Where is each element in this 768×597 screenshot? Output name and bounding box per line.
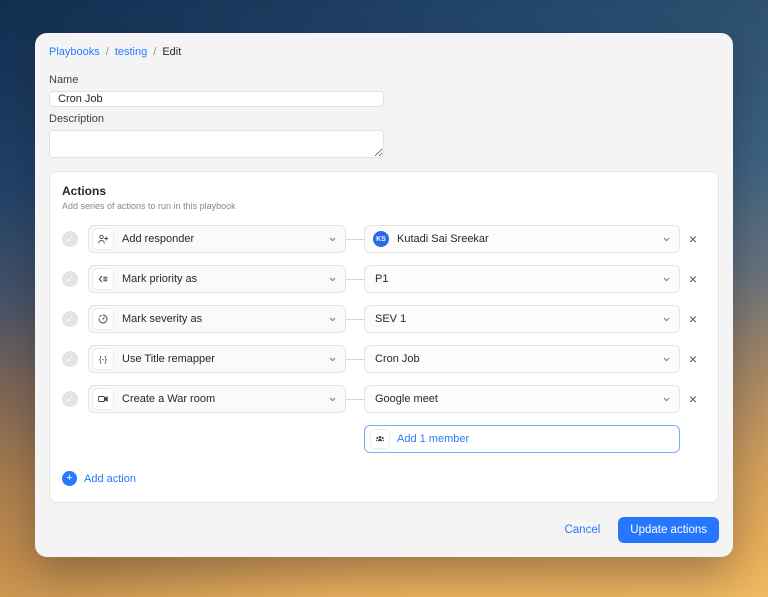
playbook-edit-modal: Playbooks / testing / Edit Name Descript… [35, 33, 733, 557]
add-member-label: Add 1 member [397, 433, 469, 445]
action-row: ✓ Mark severity as SEV 1 × [62, 305, 706, 333]
chevron-down-icon [328, 235, 337, 244]
action-value-dropdown[interactable]: P1 [364, 265, 680, 293]
action-row: ✓ Mark priority as P1 × [62, 265, 706, 293]
action-value-dropdown[interactable]: Cron Job [364, 345, 680, 373]
chevron-down-icon [662, 315, 671, 324]
add-action-label: Add action [84, 473, 136, 485]
check-circle-icon: ✓ [62, 351, 78, 367]
action-value-label: Google meet [375, 393, 662, 405]
action-type-label: Add responder [122, 233, 328, 245]
connector-line [346, 399, 364, 400]
action-row: ✓ Add responder KS Kutadi Sai Sreekar [62, 225, 706, 253]
description-label: Description [35, 107, 733, 130]
description-textarea[interactable] [49, 130, 384, 158]
check-circle-icon: ✓ [62, 311, 78, 327]
cancel-button[interactable]: Cancel [564, 524, 600, 536]
remove-action-icon[interactable]: × [680, 232, 706, 246]
breadcrumb-testing[interactable]: testing [115, 46, 147, 58]
person-plus-icon [93, 229, 113, 249]
action-value-label: Kutadi Sai Sreekar [397, 233, 662, 245]
plus-circle-icon: + [62, 471, 77, 486]
action-value-label: SEV 1 [375, 313, 662, 325]
action-type-dropdown[interactable]: {-} Use Title remapper [88, 345, 346, 373]
connector-line [346, 319, 364, 320]
chevron-down-icon [328, 355, 337, 364]
braces-icon: {-} [93, 349, 113, 369]
action-value-dropdown[interactable]: SEV 1 [364, 305, 680, 333]
add-action-button[interactable]: + Add action [62, 471, 136, 486]
action-value-dropdown[interactable]: Google meet [364, 385, 680, 413]
people-icon [371, 430, 389, 448]
remove-action-icon[interactable]: × [680, 312, 706, 326]
breadcrumb-separator: / [153, 46, 156, 58]
add-member-row: Add 1 member [62, 425, 706, 453]
severity-icon [93, 309, 113, 329]
action-type-dropdown[interactable]: Mark severity as [88, 305, 346, 333]
name-input[interactable] [49, 91, 384, 107]
connector-line [346, 239, 364, 240]
avatar: KS [373, 231, 389, 247]
actions-title: Actions [62, 184, 706, 198]
action-value-label: P1 [375, 273, 662, 285]
chevron-down-icon [662, 235, 671, 244]
breadcrumb-edit: Edit [162, 46, 181, 58]
connector-line [346, 359, 364, 360]
actions-subtitle: Add series of actions to run in this pla… [62, 201, 706, 211]
connector-line [346, 279, 364, 280]
action-type-label: Mark severity as [122, 313, 328, 325]
action-type-label: Create a War room [122, 393, 328, 405]
action-value-dropdown[interactable]: KS Kutadi Sai Sreekar [364, 225, 680, 253]
priority-icon [93, 269, 113, 289]
chevron-down-icon [662, 275, 671, 284]
remove-action-icon[interactable]: × [680, 392, 706, 406]
desktop-background: Playbooks / testing / Edit Name Descript… [0, 0, 768, 597]
remove-action-icon[interactable]: × [680, 272, 706, 286]
check-circle-icon: ✓ [62, 391, 78, 407]
action-value-label: Cron Job [375, 353, 662, 365]
action-type-dropdown[interactable]: Add responder [88, 225, 346, 253]
breadcrumb: Playbooks / testing / Edit [35, 33, 733, 68]
action-row: ✓ {-} Use Title remapper Cron Job × [62, 345, 706, 373]
check-circle-icon: ✓ [62, 271, 78, 287]
chevron-down-icon [328, 395, 337, 404]
breadcrumb-separator: / [106, 46, 109, 58]
actions-panel: Actions Add series of actions to run in … [49, 171, 719, 503]
action-type-dropdown[interactable]: Create a War room [88, 385, 346, 413]
video-camera-icon [93, 389, 113, 409]
update-actions-button[interactable]: Update actions [618, 517, 719, 543]
action-type-dropdown[interactable]: Mark priority as [88, 265, 346, 293]
name-label: Name [35, 68, 733, 91]
action-type-label: Use Title remapper [122, 353, 328, 365]
chevron-down-icon [328, 275, 337, 284]
chevron-down-icon [662, 355, 671, 364]
chevron-down-icon [328, 315, 337, 324]
add-member-button[interactable]: Add 1 member [364, 425, 680, 453]
chevron-down-icon [662, 395, 671, 404]
remove-action-icon[interactable]: × [680, 352, 706, 366]
check-circle-icon: ✓ [62, 231, 78, 247]
breadcrumb-playbooks[interactable]: Playbooks [49, 46, 100, 58]
action-row: ✓ Create a War room Google meet × [62, 385, 706, 413]
modal-footer: Cancel Update actions [35, 503, 733, 557]
action-type-label: Mark priority as [122, 273, 328, 285]
